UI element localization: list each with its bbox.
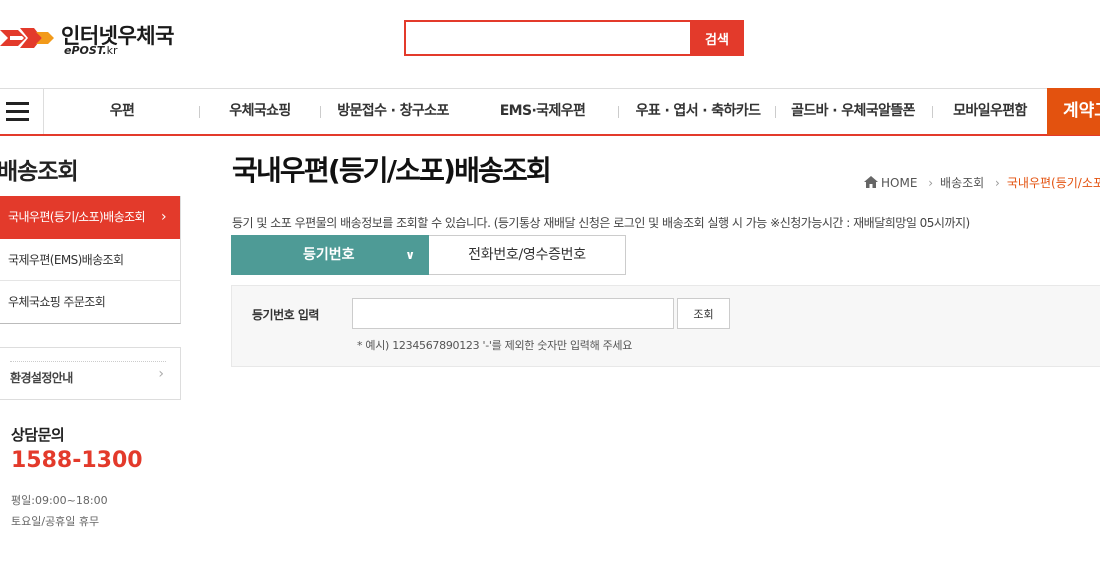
gnb-item-stamps[interactable]: 우표 · 엽서 · 축하카드: [628, 89, 768, 134]
env-settings-link[interactable]: 환경설정안내 ›: [0, 347, 181, 400]
gnb-divider: [618, 106, 619, 118]
dotted-divider: [10, 361, 166, 362]
gnb-divider: [932, 106, 933, 118]
env-settings-label: 환경설정안내: [10, 371, 73, 385]
registered-number-label: 등기번호 입력: [252, 308, 319, 322]
search-bar: 검색: [404, 20, 744, 56]
sidebar-item-label: 국제우편(EMS)배송조회: [8, 253, 124, 267]
registered-number-input[interactable]: [352, 298, 674, 329]
sidebar-item-shopping-order[interactable]: 우체국쇼핑 주문조회: [0, 281, 180, 323]
input-hint: * 예시) 1234567890123 '-'를 제외한 숫자만 입력해 주세요: [357, 339, 633, 352]
epost-emblem-icon: [0, 28, 54, 48]
breadcrumb-current: 국내우편(등기/소포)배송조회: [1006, 176, 1100, 190]
search-type-tabs: 등기번호 ∨ 전화번호/영수증번호: [231, 235, 626, 275]
hamburger-menu-icon[interactable]: [0, 89, 44, 134]
breadcrumb: HOME › 배송조회 › 국내우편(등기/소포)배송조회: [864, 174, 1100, 191]
sidebar-item-ems[interactable]: 국제우편(EMS)배송조회: [0, 239, 180, 281]
gnb-divider: [320, 106, 321, 118]
sidebar-item-label: 국내우편(등기/소포)배송조회: [8, 210, 145, 224]
sidebar-item-domestic[interactable]: 국내우편(등기/소포)배송조회 ›: [0, 196, 180, 239]
breadcrumb-home[interactable]: HOME: [881, 176, 917, 190]
gnb-item-ems[interactable]: EMS·국제우편: [490, 89, 595, 134]
cs-phone: 1588-1300: [11, 448, 143, 473]
page-title: 국내우편(등기/소포)배송조회: [232, 154, 552, 187]
tab-label: 등기번호: [303, 247, 355, 263]
search-input[interactable]: [404, 20, 690, 56]
gnb-item-mobile-mailbox[interactable]: 모바일우편함: [945, 89, 1035, 134]
gnb-contract-tab[interactable]: 계약고: [1047, 88, 1100, 135]
gnb-divider: [199, 106, 200, 118]
gnb-item-mail[interactable]: 우편: [95, 89, 149, 134]
breadcrumb-separator-icon: ›: [995, 176, 1000, 190]
gnb-item-parcel[interactable]: 방문접수 · 창구소포: [333, 89, 453, 134]
global-nav: 우편 우체국쇼핑 방문접수 · 창구소포 EMS·국제우편 우표 · 엽서 · …: [0, 88, 1100, 136]
chevron-right-icon: ›: [158, 366, 164, 382]
gnb-item-goldbar[interactable]: 골드바 · 우체국알뜰폰: [783, 89, 923, 134]
breadcrumb-separator-icon: ›: [928, 176, 934, 190]
tab-registered-number[interactable]: 등기번호 ∨: [231, 235, 429, 275]
sidebar-nav: 국내우편(등기/소포)배송조회 › 국제우편(EMS)배송조회 우체국쇼핑 주문조…: [0, 196, 181, 324]
chevron-right-icon: ›: [161, 209, 167, 225]
query-button[interactable]: 조회: [677, 298, 730, 329]
home-icon: [864, 176, 878, 188]
epost-logo[interactable]: 인터넷우체국 ePOST.kr: [0, 20, 180, 57]
gnb-item-shopping[interactable]: 우체국쇼핑: [215, 89, 305, 134]
logo-subtitle: ePOST.kr: [64, 44, 118, 57]
cs-hours: 평일:09:00~18:00: [11, 494, 108, 507]
cs-holiday: 토요일/공휴일 휴무: [11, 515, 100, 528]
tab-phone-receipt[interactable]: 전화번호/영수증번호: [429, 235, 626, 275]
page-description: 등기 및 소포 우편물의 배송정보를 조회할 수 있습니다. (등기통상 재배달…: [232, 216, 970, 230]
breadcrumb-level1[interactable]: 배송조회: [940, 176, 984, 190]
sidebar-title: 배송조회: [0, 159, 79, 185]
chevron-down-icon: ∨: [405, 248, 415, 262]
search-button[interactable]: 검색: [690, 20, 744, 56]
sidebar-item-label: 우체국쇼핑 주문조회: [8, 295, 106, 309]
cs-title: 상담문의: [11, 426, 65, 444]
gnb-divider: [775, 106, 776, 118]
query-panel: 등기번호 입력 조회 * 예시) 1234567890123 '-'를 제외한 …: [231, 285, 1100, 367]
